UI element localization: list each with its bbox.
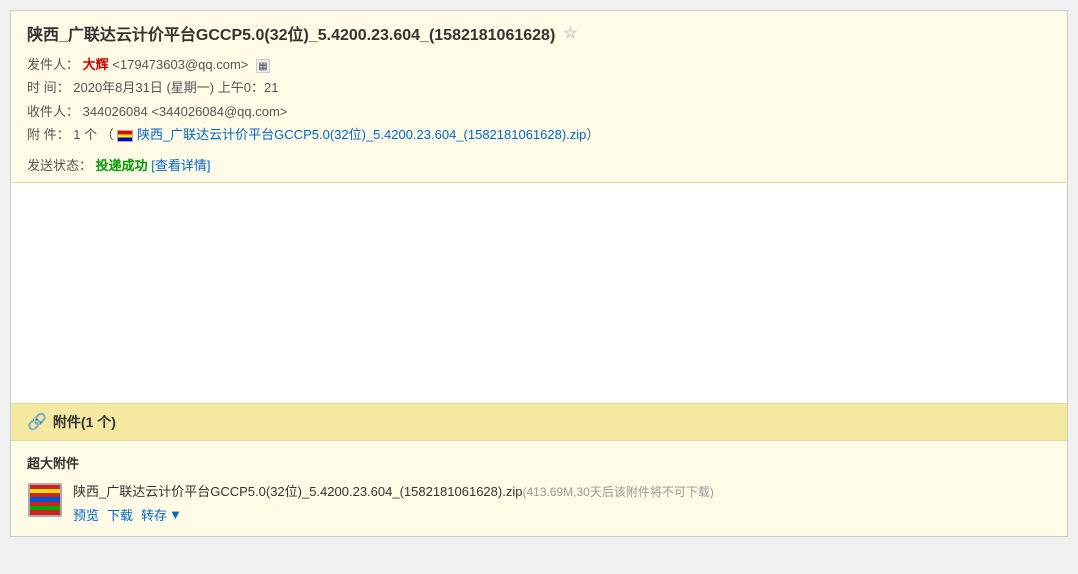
attachment-actions: 预览 下载 转存▼ bbox=[73, 505, 1051, 524]
send-status-label: 发送状态： bbox=[27, 158, 92, 173]
time-row: 时 间： 2020年8月31日 (星期一) 上午0：21 bbox=[27, 76, 1051, 99]
attachment-label: 附 件： bbox=[27, 127, 70, 142]
save-link[interactable]: 转存▼ bbox=[141, 505, 182, 524]
email-body bbox=[11, 183, 1067, 403]
attachment-info: 陕西_广联达云计价平台GCCP5.0(32位)_5.4200.23.604_(1… bbox=[73, 482, 1051, 525]
email-meta: 发件人： 大辉 <179473603@qq.com> ▦ 时 间： 2020年8… bbox=[27, 53, 1051, 147]
save-label: 转存 bbox=[141, 505, 167, 524]
download-link[interactable]: 下载 bbox=[107, 505, 133, 524]
paperclip-icon: 🔗 bbox=[27, 412, 47, 432]
time-value: 2020年8月31日 (星期一) 上午0：21 bbox=[73, 80, 278, 95]
attachment-item: 陕西_广联达云计价平台GCCP5.0(32位)_5.4200.23.604_(1… bbox=[27, 482, 1051, 525]
recipient-row: 收件人： 344026084 <344026084@qq.com> bbox=[27, 100, 1051, 123]
recipient-label: 收件人： bbox=[27, 104, 79, 119]
attachment-section-title: 附件(1 个) bbox=[53, 412, 116, 432]
sender-label: 发件人： bbox=[27, 57, 79, 72]
attachment-body: 超大附件 陕西_广 bbox=[11, 441, 1067, 537]
attachment-type-label: 超大附件 bbox=[27, 453, 1051, 472]
recipient-value: 344026084 <344026084@qq.com> bbox=[83, 104, 288, 119]
send-status-row: 发送状态： 投递成功 [查看详情] bbox=[27, 155, 1051, 174]
sender-card-icon[interactable]: ▦ bbox=[256, 59, 270, 73]
subject-text: 陕西_广联达云计价平台GCCP5.0(32位)_5.4200.23.604_(1… bbox=[27, 21, 555, 45]
zip-small-icon bbox=[117, 130, 133, 142]
header-attachment-link[interactable]: 陕西_广联达云计价平台GCCP5.0(32位)_5.4200.23.604_(1… bbox=[137, 127, 586, 142]
preview-link[interactable]: 预览 bbox=[73, 505, 99, 524]
send-status-value: 投递成功 bbox=[96, 158, 148, 173]
attachment-full-name: 陕西_广联达云计价平台GCCP5.0(32位)_5.4200.23.604_(1… bbox=[73, 484, 522, 499]
attachment-filename: 陕西_广联达云计价平台GCCP5.0(32位)_5.4200.23.604_(1… bbox=[73, 482, 1051, 502]
email-subject: 陕西_广联达云计价平台GCCP5.0(32位)_5.4200.23.604_(1… bbox=[27, 21, 1051, 45]
email-header: 陕西_广联达云计价平台GCCP5.0(32位)_5.4200.23.604_(1… bbox=[11, 11, 1067, 183]
email-container: 陕西_广联达云计价平台GCCP5.0(32位)_5.4200.23.604_(1… bbox=[10, 10, 1068, 537]
save-arrow: ▼ bbox=[169, 507, 182, 522]
star-icon[interactable]: ☆ bbox=[563, 23, 577, 43]
attachment-size: (413.69M,30天后该附件将不可下载) bbox=[522, 485, 713, 499]
attachment-count: 1 个 bbox=[73, 127, 97, 142]
sender-email: <179473603@qq.com> bbox=[112, 57, 248, 72]
send-status-detail-link[interactable]: [查看详情] bbox=[151, 158, 210, 173]
sender-row: 发件人： 大辉 <179473603@qq.com> ▦ bbox=[27, 53, 1051, 76]
time-label: 时 间： bbox=[27, 80, 70, 95]
attachment-section-header: 🔗 附件(1 个) bbox=[11, 404, 1067, 441]
sender-name: 大辉 bbox=[83, 57, 109, 72]
header-attachment-row: 附 件： 1 个 （ 陕西_广联达云计价平台GCCP5.0(32位)_5.420… bbox=[27, 123, 1051, 146]
attachment-section: 🔗 附件(1 个) 超大附件 bbox=[11, 403, 1067, 537]
zip-icon bbox=[27, 482, 63, 518]
